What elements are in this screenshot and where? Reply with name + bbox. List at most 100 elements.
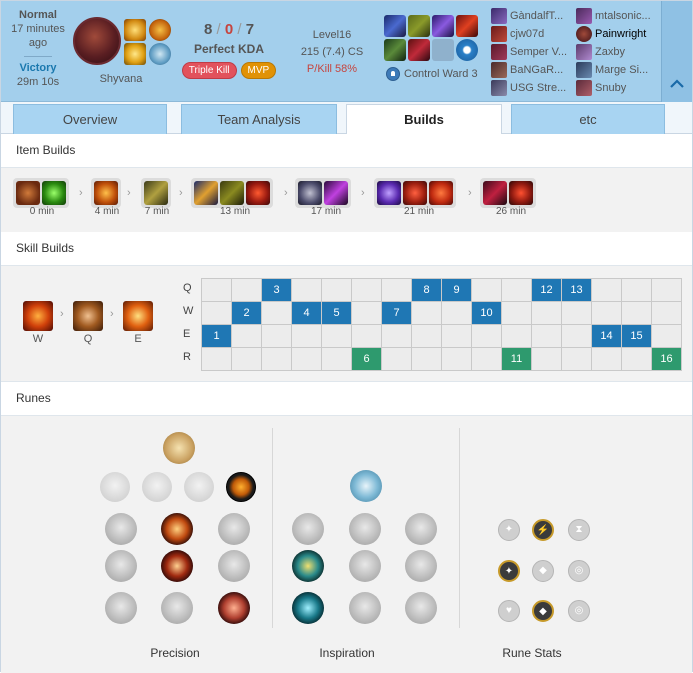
player-name[interactable]: Zaxby <box>595 46 659 58</box>
item-build-step <box>13 178 69 208</box>
item-build-step <box>91 178 121 208</box>
player-row[interactable]: BaNGaR... <box>491 61 576 79</box>
shard-armor-icon[interactable]: ◆ <box>532 560 554 582</box>
shard-adaptive-force-icon[interactable]: ✦ <box>498 560 520 582</box>
rune-legend-tenacity-icon[interactable] <box>161 550 193 582</box>
player-name[interactable]: BaNGaR... <box>510 64 574 76</box>
player-name[interactable]: mtalsonic... <box>595 10 659 22</box>
badges: Triple Kill MVP <box>181 62 277 79</box>
sorcerer-boots-icon[interactable] <box>220 181 244 205</box>
shard-attack-speed-icon[interactable]: ⚡ <box>532 519 554 541</box>
rune-hextech-flashtraption-icon[interactable] <box>292 513 324 545</box>
rune-triumph-icon[interactable] <box>161 513 193 545</box>
skill-empty-cell <box>201 347 232 371</box>
skill-level-cell: 3 <box>261 278 292 302</box>
flash-spell-icon[interactable] <box>124 19 146 41</box>
shard-ability-haste-icon[interactable]: ⧗ <box>568 519 590 541</box>
chevron-right-icon: › <box>127 187 131 199</box>
skill-empty-cell <box>651 278 682 302</box>
rune-overheal-icon[interactable] <box>105 513 137 545</box>
champion-portrait[interactable] <box>73 17 121 65</box>
rune-perfect-timing-icon[interactable] <box>405 513 437 545</box>
rune-presence-of-mind-icon[interactable] <box>218 513 250 545</box>
staff-icon[interactable] <box>194 181 218 205</box>
skill-empty-cell <box>411 301 442 325</box>
rune-legend-alacrity-icon[interactable] <box>105 550 137 582</box>
player-name-self[interactable]: Painwright <box>595 28 659 40</box>
player-row[interactable]: Marge Si... <box>576 61 661 79</box>
skill-row-label: E <box>183 328 191 340</box>
tab-team-analysis[interactable]: Team Analysis <box>181 104 337 134</box>
shyvana-w-icon[interactable] <box>23 301 53 331</box>
player-row[interactable]: Painwright <box>576 25 661 43</box>
item-icon[interactable] <box>408 39 430 61</box>
kda-sep: / <box>237 21 242 38</box>
dorans-ring-icon[interactable] <box>16 181 40 205</box>
shyvana-e-icon[interactable] <box>123 301 153 331</box>
player-name[interactable]: Marge Si... <box>595 64 659 76</box>
player-name[interactable]: Snuby <box>595 82 659 94</box>
rune-approach-velocity-icon[interactable] <box>349 592 381 624</box>
shard-magic-resist-icon[interactable]: ◎ <box>568 560 590 582</box>
boots-icon[interactable] <box>144 181 168 205</box>
item-icon[interactable] <box>384 15 406 37</box>
player-row[interactable]: Zaxby <box>576 43 661 61</box>
item-icon[interactable] <box>456 15 478 37</box>
rune-cut-down-icon[interactable] <box>161 592 193 624</box>
scythe-icon[interactable] <box>324 181 348 205</box>
liandry-icon[interactable] <box>403 181 427 205</box>
smite-spell-icon[interactable] <box>124 43 146 65</box>
rune-cosmic-insight-icon[interactable] <box>292 592 324 624</box>
rune-stats-title: Rune Stats <box>502 646 562 660</box>
shard-armor-selected-icon[interactable]: ◆ <box>532 600 554 622</box>
player-name[interactable]: cjw07d <box>510 28 574 40</box>
shyvana-q-icon[interactable] <box>73 301 103 331</box>
rune-time-warp-tonic-icon[interactable] <box>405 592 437 624</box>
rune-future-market-icon[interactable] <box>292 550 324 582</box>
player-row[interactable]: GàndalfT... <box>491 7 576 25</box>
player-name[interactable]: GàndalfT... <box>510 10 574 22</box>
player-row[interactable]: Snuby <box>576 79 661 97</box>
rune-conqueror-icon[interactable] <box>226 472 256 502</box>
rune-lethal-tempo-icon[interactable] <box>142 472 172 502</box>
player-name[interactable]: Semper V... <box>510 46 574 58</box>
tab-etc[interactable]: etc <box>511 104 665 134</box>
rune-last-stand-icon[interactable] <box>218 592 250 624</box>
mask-icon[interactable] <box>509 181 533 205</box>
shard-adaptive-icon[interactable]: ✦ <box>498 519 520 541</box>
player-row[interactable]: Semper V... <box>491 43 576 61</box>
player-row[interactable]: mtalsonic... <box>576 7 661 25</box>
item-icon[interactable] <box>432 15 454 37</box>
control-ward-row: Control Ward 3 <box>386 67 480 81</box>
kindlegem-icon[interactable] <box>94 181 118 205</box>
rune-fleet-footwork-icon[interactable] <box>184 472 214 502</box>
rune-legend-bloodline-icon[interactable] <box>218 550 250 582</box>
player-row[interactable]: USG Stre... <box>491 79 576 97</box>
hourglass-icon[interactable] <box>298 181 322 205</box>
skill-empty-cell <box>231 278 262 302</box>
secondary-rune-icon[interactable] <box>149 43 171 65</box>
large-rod-icon[interactable] <box>429 181 453 205</box>
morello-icon[interactable] <box>483 181 507 205</box>
rune-biscuit-delivery-icon[interactable] <box>405 550 437 582</box>
potion-icon[interactable] <box>42 181 66 205</box>
player-row[interactable]: cjw07d <box>491 25 576 43</box>
item-icon[interactable] <box>384 39 406 61</box>
item-icon[interactable] <box>408 15 430 37</box>
precision-tree-icon <box>163 432 195 464</box>
rune-coup-de-grace-icon[interactable] <box>105 592 137 624</box>
shard-health-icon[interactable]: ♥ <box>498 600 520 622</box>
trinket-icon[interactable] <box>456 39 478 61</box>
rune-minion-dematerializer-icon[interactable] <box>349 550 381 582</box>
orb-icon[interactable] <box>377 181 401 205</box>
shard-mr-icon[interactable]: ◎ <box>568 600 590 622</box>
player-name[interactable]: USG Stre... <box>510 82 574 94</box>
tab-builds[interactable]: Builds <box>346 104 502 135</box>
rune-magical-footwear-icon[interactable] <box>349 513 381 545</box>
keystone-rune-icon[interactable] <box>149 19 171 41</box>
kda-ratio: Perfect KDA <box>193 42 265 56</box>
tab-overview[interactable]: Overview <box>13 104 167 134</box>
rune-press-the-attack-icon[interactable] <box>100 472 130 502</box>
collapse-button[interactable] <box>661 1 692 102</box>
rod-icon[interactable] <box>246 181 270 205</box>
